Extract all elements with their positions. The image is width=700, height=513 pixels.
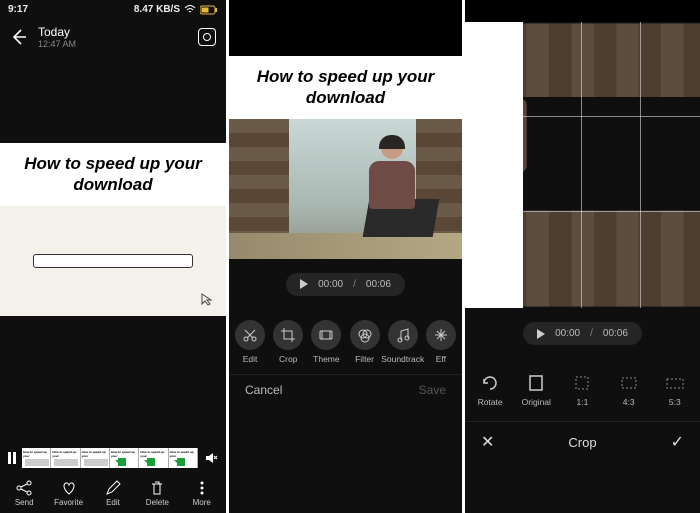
crop-footer: ✕ Crop ✓	[465, 421, 700, 462]
heart-icon	[61, 480, 77, 496]
mute-icon[interactable]	[204, 451, 218, 465]
tool-edit[interactable]: Edit	[232, 320, 268, 364]
send-button[interactable]: Send	[4, 480, 44, 507]
footer-title: Crop	[568, 435, 596, 450]
save-button[interactable]: Save	[419, 383, 446, 397]
ratio-43-icon	[619, 373, 639, 393]
panel-video-editor: How to speed up your download 00:00/00:0…	[229, 0, 462, 513]
editor-preview[interactable]: How to speed up your download	[229, 56, 462, 259]
viewer-header: Today 12:47 AM	[0, 19, 226, 55]
video-title-overlay: How to speed up your download	[229, 56, 462, 119]
tool-rotate[interactable]: Rotate	[472, 373, 508, 407]
time-current: 00:00	[555, 328, 580, 339]
playback-pill: 00:00/00:06	[523, 322, 642, 345]
crop-preview[interactable]: How to speed up your download	[465, 22, 700, 308]
rotated-video-frame	[523, 23, 700, 306]
time-total: 00:06	[366, 279, 391, 290]
close-button[interactable]: ✕	[481, 432, 494, 452]
tool-effects[interactable]: Eff	[423, 320, 459, 364]
panel-gallery-viewer: 9:17 8.47 KB/S Today 12:47 AM How to spe…	[0, 0, 226, 513]
tool-ratio-43[interactable]: 4:3	[611, 373, 647, 407]
tool-filter[interactable]: Filter	[347, 320, 383, 364]
pause-button[interactable]	[8, 452, 16, 464]
bottom-toolbar: Send Favorite Edit Delete More	[0, 472, 226, 513]
confirm-button[interactable]: ✓	[671, 432, 684, 452]
battery-icon	[200, 5, 218, 15]
back-icon[interactable]	[10, 28, 28, 46]
time-current: 00:00	[318, 279, 343, 290]
play-button[interactable]	[537, 329, 545, 339]
cursor-icon	[200, 292, 214, 306]
theme-icon	[311, 320, 341, 350]
edit-button[interactable]: Edit	[93, 480, 133, 507]
music-icon	[388, 320, 418, 350]
favorite-button[interactable]: Favorite	[49, 480, 89, 507]
ratio-53-icon	[665, 373, 685, 393]
original-icon	[526, 373, 546, 393]
delete-button[interactable]: Delete	[137, 480, 177, 507]
pencil-icon	[105, 480, 121, 496]
status-time: 9:17	[8, 4, 28, 15]
filter-icon	[350, 320, 380, 350]
tool-original[interactable]: Original	[518, 373, 554, 407]
ratio-11-icon	[572, 373, 592, 393]
video-timeline: How to speed up your How to speed up you…	[0, 448, 226, 472]
tool-ratio-11[interactable]: 1:1	[564, 373, 600, 407]
wifi-icon	[184, 5, 196, 15]
video-frame-title: How to speed up your download	[0, 143, 226, 206]
more-icon	[194, 480, 210, 496]
viewer-title: Today	[38, 25, 188, 39]
tool-theme[interactable]: Theme	[308, 320, 344, 364]
rotated-title: How to speed up your download	[465, 22, 523, 308]
status-net: 8.47 KB/S	[134, 4, 180, 15]
editor-toolbar: Edit Crop Theme Filter Soundtrack Eff	[229, 310, 462, 374]
crop-toolbar: Rotate Original 1:1 4:3 5:3	[465, 359, 700, 421]
editor-footer: Cancel Save	[229, 374, 462, 407]
effects-icon	[426, 320, 456, 350]
rotate-icon	[480, 373, 500, 393]
timeline-thumbnails[interactable]: How to speed up your How to speed up you…	[22, 448, 198, 468]
progress-bar-graphic	[33, 254, 193, 268]
tool-soundtrack[interactable]: Soundtrack	[385, 320, 421, 364]
video-frame[interactable]	[0, 206, 226, 316]
viewer-subtitle: 12:47 AM	[38, 39, 188, 49]
playback-pill: 00:00/00:06	[286, 273, 405, 296]
play-button[interactable]	[300, 279, 308, 289]
tool-ratio-53[interactable]: 5:3	[657, 373, 693, 407]
share-icon	[16, 480, 32, 496]
cancel-button[interactable]: Cancel	[245, 383, 282, 397]
status-bar: 9:17 8.47 KB/S	[0, 0, 226, 19]
trash-icon	[149, 480, 165, 496]
time-total: 00:06	[603, 328, 628, 339]
crop-icon	[273, 320, 303, 350]
google-lens-icon[interactable]	[198, 28, 216, 46]
video-frame-image	[229, 119, 462, 259]
tool-crop[interactable]: Crop	[270, 320, 306, 364]
scissors-icon	[235, 320, 265, 350]
more-button[interactable]: More	[182, 480, 222, 507]
panel-crop-editor: How to speed up your download 00:00/00:0…	[465, 0, 700, 513]
